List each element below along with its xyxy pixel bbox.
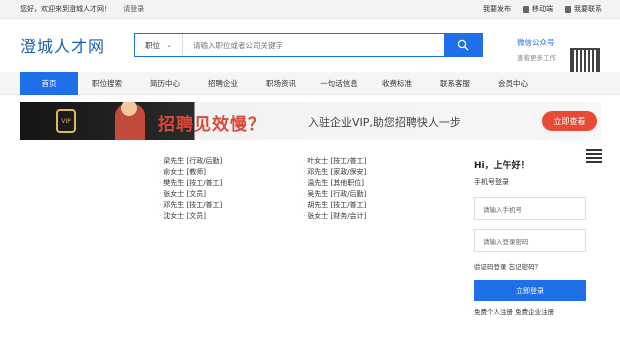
list-item-text: 叶女士 [技工/普工] (307, 157, 367, 165)
nav-home[interactable]: 首页 (20, 72, 78, 95)
banner-cta-button[interactable]: 立即查看 (542, 111, 597, 131)
telephone-icon (565, 5, 571, 13)
search-icon (457, 39, 469, 51)
resume-list-left: · 梁先生 [行政/后勤] · 俞女士 [教师] · 樊先生 [技工/普工] · 张女士… (159, 156, 222, 222)
wechat-promo: 微信公众号 查看更多工作 (517, 37, 556, 62)
bullet: · (159, 157, 162, 165)
list-item[interactable]: · 张女士 [文员] (159, 189, 222, 200)
nav-member-center[interactable]: 会员中心 (484, 72, 542, 95)
list-item[interactable]: · 邓先生 [家政/保安] (303, 167, 366, 178)
search-button[interactable] (444, 34, 482, 56)
resume-list-right: · 叶女士 [技工/普工] · 邓先生 [家政/保安] · 温先生 [其他职位] · 吴… (303, 156, 366, 222)
wechat-subtitle: 查看更多工作 (517, 54, 556, 62)
phone-input[interactable]: 请输入手机号 (474, 197, 586, 220)
site-logo[interactable]: 澄城人才网 (20, 33, 105, 57)
list-item-text: 张女士 [文员] (163, 190, 206, 198)
search-bar: 职位 ⌄ (134, 33, 483, 57)
bullet: · (303, 212, 306, 220)
wechat-title: 微信公众号 (517, 38, 555, 47)
login-mode-title: 手机号登录 (474, 178, 509, 186)
contact-label: 我要联系 (574, 5, 602, 13)
bullet: · (303, 201, 306, 209)
list-item-text: 胡先生 [技工/普工] (307, 201, 367, 209)
list-item-text: 沈女士 [文员] (163, 212, 206, 220)
list-item-text: 张女士 [财务/会计] (307, 212, 367, 220)
nav-pricing[interactable]: 收费标准 (368, 72, 426, 95)
login-panel: Hi，上午好！ 手机号登录 请输入手机号 请输入登录密码 验证码登录 忘记密码？… (474, 147, 602, 327)
list-item-text: 吴先生 [行政/后勤] (307, 190, 367, 198)
bullet: · (159, 201, 162, 209)
list-item-text: 樊先生 [技工/普工] (163, 179, 223, 187)
search-input[interactable] (183, 34, 444, 56)
bullet: · (159, 212, 162, 220)
phone-icon (523, 5, 529, 13)
publish-link[interactable]: 我要发布 (483, 4, 511, 14)
top-bar: 您好，欢迎来到澄城人才网！ 请登录 我要发布 移动端 我要联系 (0, 0, 620, 19)
bullet: · (159, 179, 162, 187)
list-item-text: 邓先生 [家政/保安] (307, 168, 367, 176)
bullet: · (303, 190, 306, 198)
bullet: · (303, 179, 306, 187)
search-category-select[interactable]: 职位 ⌄ (135, 34, 183, 56)
list-item[interactable]: · 温先生 [其他职位] (303, 178, 366, 189)
login-button[interactable]: 立即登录 (474, 280, 586, 301)
qr-login-icon[interactable] (586, 147, 602, 163)
list-item[interactable]: · 樊先生 [技工/普工] (159, 178, 222, 189)
list-item[interactable]: · 张女士 [财务/会计] (303, 211, 366, 222)
nav-news[interactable]: 职场资讯 (252, 72, 310, 95)
login-greeting: Hi，上午好！ (474, 161, 530, 171)
banner-subline: 入驻企业VIP,助您招聘快人一步 (308, 116, 461, 129)
banner-headline: 招聘见效慢？ (158, 115, 266, 135)
mobile-label: 移动端 (532, 5, 553, 13)
vip-badge-icon: VIP (56, 109, 76, 133)
nav-companies[interactable]: 招聘企业 (194, 72, 252, 95)
list-item-text: 梁先生 [行政/后勤] (163, 157, 223, 165)
login-alt-links[interactable]: 验证码登录 忘记密码？ (474, 261, 602, 271)
bullet: · (303, 168, 306, 176)
list-item[interactable]: · 俞女士 [教师] (159, 167, 222, 178)
bullet: · (159, 190, 162, 198)
list-item[interactable]: · 叶女士 [技工/普工] (303, 156, 366, 167)
chevron-down-icon: ⌄ (166, 41, 172, 49)
login-link[interactable]: 请登录 (123, 5, 144, 13)
list-item-text: 邓先生 [技工/普工] (163, 201, 223, 209)
header: 澄城人才网 职位 ⌄ 微信公众号 查看更多工作 (0, 19, 620, 78)
list-item-text: 俞女士 [教师] (163, 168, 206, 176)
contact-link[interactable]: 我要联系 (565, 4, 602, 14)
list-item[interactable]: · 吴先生 [行政/后勤] (303, 189, 366, 200)
list-item[interactable]: · 梁先生 [行政/后勤] (159, 156, 222, 167)
search-category-label: 职位 (145, 40, 161, 50)
list-item[interactable]: · 邓先生 [技工/普工] (159, 200, 222, 211)
vip-banner[interactable]: VIP 招聘见效慢？ 入驻企业VIP,助您招聘快人一步 立即查看 (20, 102, 601, 140)
nav-one-line-info[interactable]: 一句话信息 (310, 72, 368, 95)
list-item-text: 温先生 [其他职位] (307, 179, 364, 187)
main-nav: 首页 职位搜索 简历中心 招聘企业 职场资讯 一句话信息 收费标准 联系客服 会… (0, 72, 620, 95)
password-input[interactable]: 请输入登录密码 (474, 229, 586, 252)
nav-job-search[interactable]: 职位搜索 (78, 72, 136, 95)
welcome-text: 您好，欢迎来到澄城人才网！ (20, 5, 111, 13)
nav-support[interactable]: 联系客服 (426, 72, 484, 95)
mobile-link[interactable]: 移动端 (523, 4, 553, 14)
register-links[interactable]: 免费个人注册 免费企业注册 (474, 306, 602, 316)
bullet: · (159, 168, 162, 176)
nav-resume-center[interactable]: 简历中心 (136, 72, 194, 95)
bullet: · (303, 157, 306, 165)
list-item[interactable]: · 胡先生 [技工/普工] (303, 200, 366, 211)
list-item[interactable]: · 沈女士 [文员] (159, 211, 222, 222)
